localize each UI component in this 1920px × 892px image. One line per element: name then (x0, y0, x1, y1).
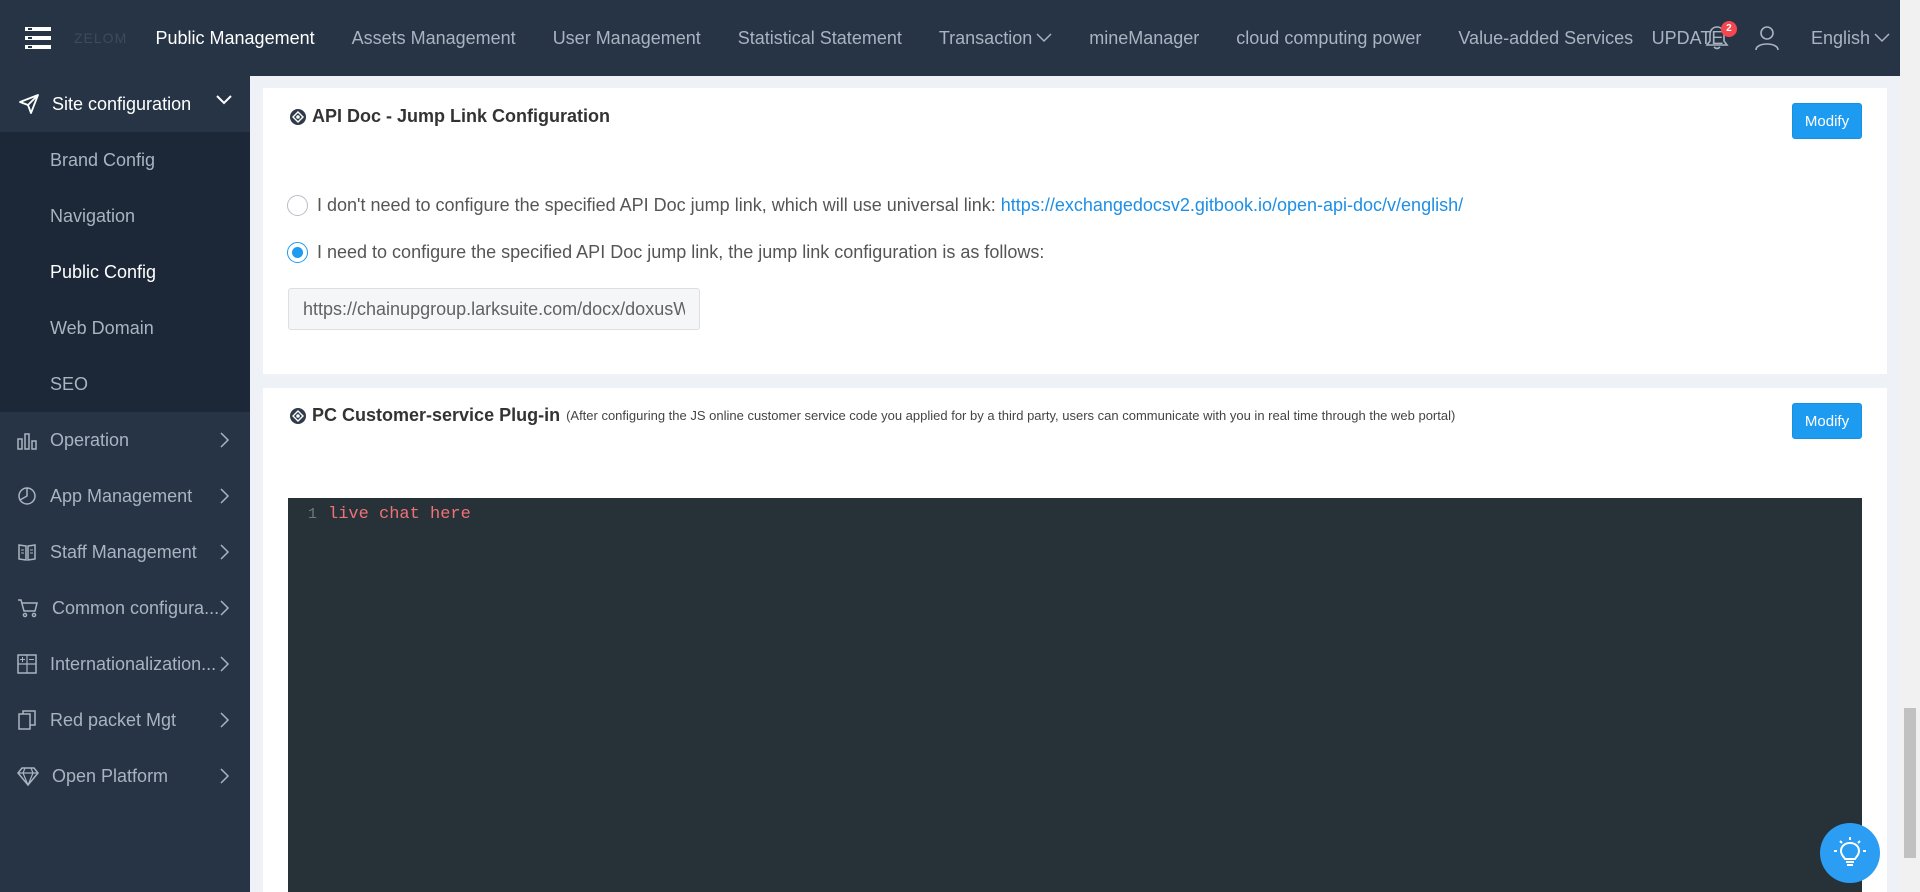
diamond-icon (17, 767, 39, 786)
sidebar-item-operation[interactable]: Operation (0, 412, 250, 468)
scrollbar-thumb[interactable] (1904, 708, 1916, 858)
pie-chart-icon (18, 487, 36, 505)
chevron-right-icon (220, 656, 230, 672)
universal-link[interactable]: https://exchangedocsv2.gitbook.io/open-a… (1001, 195, 1463, 216)
api-doc-card: API Doc - Jump Link Configuration Modify… (263, 88, 1887, 374)
nav-public-management[interactable]: Public Management (137, 0, 333, 76)
sidebar-item-app-management[interactable]: App Management (0, 468, 250, 524)
radio-universal-link[interactable] (287, 195, 308, 216)
api-doc-option-universal[interactable]: I don't need to configure the specified … (287, 195, 1463, 216)
nav-assets-management[interactable]: Assets Management (333, 0, 534, 76)
section-bullet-icon (290, 108, 306, 125)
calculator-icon (17, 654, 37, 674)
code-editor[interactable]: 1 live chat here (288, 498, 1862, 892)
chevron-right-icon (220, 600, 230, 616)
customer-service-plugin-card: PC Customer-service Plug-in (After confi… (263, 388, 1887, 892)
nav-user-management[interactable]: User Management (534, 0, 719, 76)
copy-icon (18, 710, 36, 730)
main-content: API Doc - Jump Link Configuration Modify… (250, 76, 1900, 892)
chevron-down-icon (1036, 33, 1052, 43)
chevron-right-icon (220, 488, 230, 504)
notification-badge: 2 (1720, 21, 1737, 37)
book-icon (18, 544, 36, 561)
chevron-right-icon (220, 544, 230, 560)
sidebar-item-common-configuration[interactable]: Common configura... (0, 580, 250, 636)
sidebar-item-navigation[interactable]: Navigation (0, 188, 250, 244)
cart-icon (18, 599, 38, 618)
chevron-down-icon (216, 95, 232, 105)
chevron-right-icon (220, 768, 230, 784)
chevron-right-icon (220, 432, 230, 448)
top-nav: Public Management Assets Management User… (137, 0, 1742, 76)
bar-chart-icon (17, 433, 37, 450)
nav-transaction[interactable]: Transaction (920, 0, 1070, 76)
nav-mine-manager[interactable]: mineManager (1071, 0, 1218, 76)
api-doc-modify-button[interactable]: Modify (1792, 103, 1862, 139)
top-right-tools: 2 English (1705, 0, 1900, 76)
plugin-modify-button[interactable]: Modify (1792, 403, 1862, 439)
user-icon[interactable] (1753, 24, 1781, 52)
sidebar-item-public-config[interactable]: Public Config (0, 244, 250, 300)
api-doc-option-custom[interactable]: I need to configure the specified API Do… (287, 242, 1044, 263)
language-selector[interactable]: English (1811, 28, 1890, 49)
top-navbar: ZELOM Public Management Assets Managemen… (0, 0, 1900, 76)
send-icon (19, 94, 39, 114)
lightbulb-icon[interactable] (1820, 823, 1880, 883)
plugin-note: (After configuring the JS online custome… (566, 408, 1456, 423)
sidebar-item-red-packet-mgt[interactable]: Red packet Mgt (0, 692, 250, 748)
chevron-right-icon (220, 712, 230, 728)
nav-cloud-computing-power[interactable]: cloud computing power (1218, 0, 1440, 76)
notification-bell-icon[interactable]: 2 (1705, 21, 1737, 51)
section-bullet-icon (290, 407, 306, 424)
menu-toggle-icon[interactable] (0, 0, 76, 76)
chevron-down-icon (1874, 33, 1890, 43)
plugin-title: PC Customer-service Plug-in (After confi… (289, 405, 1455, 426)
nav-value-added-services[interactable]: Value-added Services (1440, 0, 1652, 76)
nav-statistical-statement[interactable]: Statistical Statement (719, 0, 920, 76)
page-scrollbar[interactable] (1900, 0, 1920, 892)
api-doc-link-input[interactable] (288, 288, 700, 330)
code-line: live chat here (328, 505, 471, 524)
logo: ZELOM (74, 30, 128, 46)
sidebar-item-seo[interactable]: SEO (0, 356, 250, 412)
api-doc-title: API Doc - Jump Link Configuration (289, 106, 610, 127)
sidebar-item-internationalization[interactable]: Internationalization... (0, 636, 250, 692)
sidebar-item-open-platform[interactable]: Open Platform (0, 748, 250, 804)
sidebar-item-staff-management[interactable]: Staff Management (0, 524, 250, 580)
sidebar-item-brand-config[interactable]: Brand Config (0, 132, 250, 188)
sidebar-item-web-domain[interactable]: Web Domain (0, 300, 250, 356)
radio-custom-link[interactable] (287, 242, 308, 263)
sidebar-group-site-configuration[interactable]: Site configuration (0, 76, 250, 132)
sidebar: Site configuration Brand Config Navigati… (0, 76, 250, 892)
line-number: 1 (308, 506, 318, 523)
